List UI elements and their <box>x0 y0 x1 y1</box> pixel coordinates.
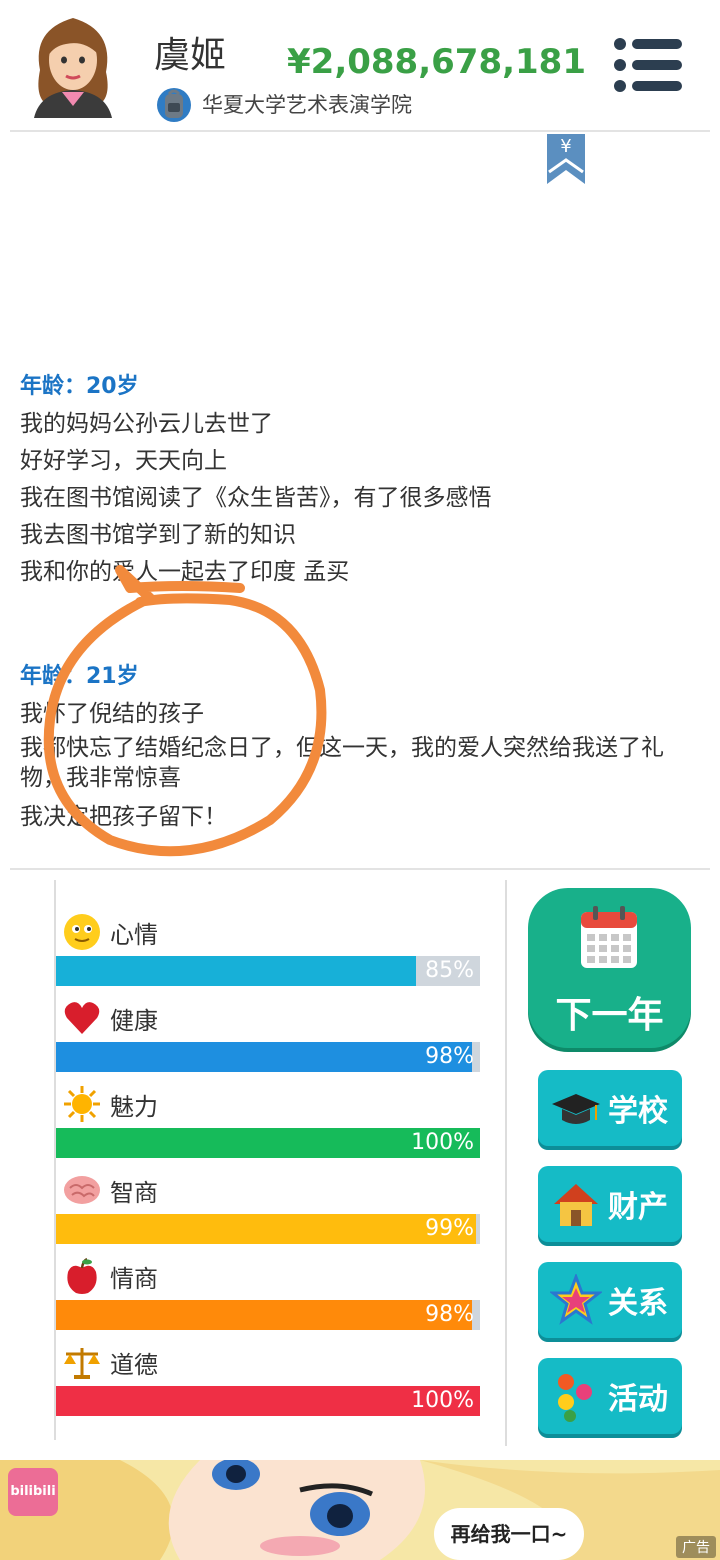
house-icon <box>554 1184 598 1226</box>
school-label: 学校 <box>608 1094 668 1129</box>
stat-charm: 魅力 100% <box>56 1052 480 1158</box>
stat-eq: 情商 98% <box>56 1224 480 1330</box>
bookmark-ribbon[interactable]: ¥ <box>547 134 585 184</box>
stat-label: 心情 <box>110 920 158 949</box>
stat-head: 魅力 <box>62 1082 158 1126</box>
log-line: 好好学习，天天向上 <box>20 448 227 474</box>
log-line: 我去图书馆学到了新的知识 <box>20 522 296 548</box>
property-button[interactable]: 财产 <box>538 1166 682 1242</box>
avatar-icon[interactable] <box>26 10 120 118</box>
stat-label: 智商 <box>110 1178 158 1207</box>
stats-panel: 心情 85% 健康 98% 魅力 100% 智商 99% 情商 98% 道德 1… <box>54 880 480 1440</box>
ad-speech-bubble: 再给我一口~ <box>434 1508 584 1560</box>
smiley-icon <box>64 914 100 950</box>
stat-health: 健康 98% <box>56 966 480 1072</box>
log-line: 我都快忘了结婚纪念日了，但这一天，我的爱人突然给我送了礼物，我非常惊喜 <box>20 735 664 791</box>
star-icon <box>550 1274 602 1325</box>
header-divider <box>10 130 710 132</box>
dots-icon <box>558 1374 592 1422</box>
stat-head: 健康 <box>62 996 158 1040</box>
bookmark-symbol: ¥ <box>560 136 572 157</box>
school-name: 华夏大学艺术表演学院 <box>202 93 412 117</box>
apple-icon <box>67 1257 97 1294</box>
activity-button[interactable]: 活动 <box>538 1358 682 1434</box>
relationship-label: 关系 <box>608 1286 668 1321</box>
stat-label: 魅力 <box>110 1092 158 1121</box>
relationship-button[interactable]: 关系 <box>538 1262 682 1338</box>
event-log-age-20: 年龄：20岁 我的妈妈公孙云儿去世了 好好学习，天天向上 我在图书馆阅读了《众生… <box>20 368 700 591</box>
menu-icon[interactable] <box>612 36 684 94</box>
scales-icon <box>64 1348 100 1379</box>
stat-morality: 道德 100% <box>56 1310 480 1416</box>
ad-tag[interactable]: 广告 <box>676 1536 716 1558</box>
graduation-cap-icon <box>552 1094 600 1124</box>
calendar-icon <box>581 906 637 968</box>
log-line: 我和你的爱人一起去了印度 孟买 <box>20 559 350 585</box>
heart-icon <box>64 1002 100 1034</box>
next-year-button[interactable]: 下一年 <box>528 888 691 1048</box>
next-year-label: 下一年 <box>555 995 664 1036</box>
sun-icon <box>64 1086 100 1122</box>
event-log-age-21: 年龄：21岁 我怀了倪结的孩子 我都快忘了结婚纪念日了，但这一天，我的爱人突然给… <box>20 658 700 836</box>
stat-head: 情商 <box>62 1254 158 1298</box>
activity-label: 活动 <box>608 1382 668 1417</box>
stat-label: 健康 <box>110 1006 158 1035</box>
log-line: 我怀了倪结的孩子 <box>20 701 204 727</box>
stat-iq: 智商 99% <box>56 1138 480 1244</box>
player-name: 虞姬 <box>154 35 227 76</box>
bar-percent: 100% <box>411 1388 474 1413</box>
age-title: 年龄：21岁 <box>20 664 139 689</box>
stat-mood: 心情 85% <box>56 880 480 986</box>
ad-anime-image <box>0 1460 720 1560</box>
stat-head: 心情 <box>62 910 158 954</box>
ad-banner[interactable]: bilibili 再给我一口~ 广告 <box>0 1460 720 1560</box>
stat-head: 智商 <box>62 1168 158 1212</box>
money-balance: ¥2,088,678,181 <box>287 42 586 82</box>
vertical-divider <box>505 880 507 1446</box>
school-button[interactable]: 学校 <box>538 1070 682 1146</box>
stat-label: 情商 <box>110 1264 158 1293</box>
property-label: 财产 <box>608 1190 668 1225</box>
bilibili-logo: bilibili <box>8 1468 58 1516</box>
log-line: 我在图书馆阅读了《众生皆苦》，有了很多感悟 <box>20 485 492 511</box>
backpack-icon <box>157 88 191 122</box>
header: 虞姬 华夏大学艺术表演学院 ¥2,088,678,181 <box>0 0 720 132</box>
progress-bar: 100% <box>56 1386 480 1416</box>
school-row: 华夏大学艺术表演学院 <box>156 84 412 124</box>
stat-head: 道德 <box>62 1340 158 1384</box>
section-divider <box>10 868 710 870</box>
brain-icon <box>64 1176 100 1204</box>
stat-label: 道德 <box>110 1350 158 1379</box>
age-title: 年龄：20岁 <box>20 374 139 399</box>
log-line: 我决定把孩子留下！ <box>20 804 227 830</box>
log-line: 我的妈妈公孙云儿去世了 <box>20 411 273 437</box>
